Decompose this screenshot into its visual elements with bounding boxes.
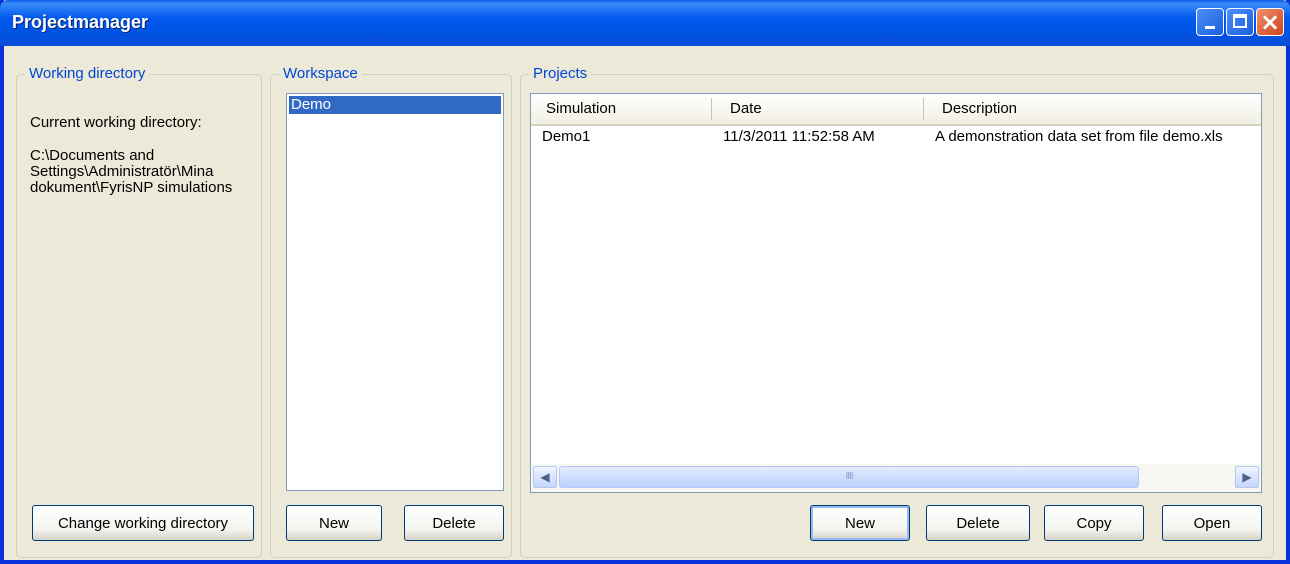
window-title: Projectmanager <box>12 12 149 32</box>
workspace-listbox[interactable]: Demo <box>286 93 504 491</box>
column-header-description[interactable]: Description <box>927 94 1261 124</box>
workspace-delete-button[interactable]: Delete <box>404 505 504 541</box>
minimize-icon <box>1205 26 1215 29</box>
workspace-legend: Workspace <box>279 65 362 83</box>
minimize-button[interactable] <box>1196 8 1224 36</box>
cell-description: A demonstration data set from file demo.… <box>935 128 1223 145</box>
projects-listview[interactable]: Simulation Date Description Demo1 11/3/2… <box>530 93 1262 493</box>
column-divider[interactable] <box>711 98 712 120</box>
project-open-button[interactable]: Open <box>1162 505 1262 541</box>
project-delete-button[interactable]: Delete <box>926 505 1030 541</box>
scrollbar-thumb[interactable]: IIII <box>559 466 1139 488</box>
title-bar[interactable]: Projectmanager × <box>0 0 1290 46</box>
project-new-button[interactable]: New <box>810 505 910 541</box>
projects-header: Simulation Date Description <box>531 94 1261 126</box>
current-directory-path: C:\Documents and Settings\Administratör\… <box>30 147 233 196</box>
workspace-new-button[interactable]: New <box>286 505 382 541</box>
column-divider[interactable] <box>923 98 924 120</box>
close-icon: × <box>1259 8 1281 36</box>
cell-date: 11/3/2011 11:52:58 AM <box>723 128 875 145</box>
scroll-right-icon[interactable]: ▶ <box>1235 466 1259 488</box>
column-header-date[interactable]: Date <box>715 94 927 124</box>
working-directory-legend: Working directory <box>25 65 150 83</box>
workspace-item-demo[interactable]: Demo <box>289 96 501 114</box>
maximize-icon <box>1233 14 1247 28</box>
scroll-left-icon[interactable]: ◀ <box>533 466 557 488</box>
projects-legend: Projects <box>529 65 592 83</box>
project-copy-button[interactable]: Copy <box>1044 505 1144 541</box>
column-header-simulation[interactable]: Simulation <box>531 94 715 124</box>
close-button[interactable]: × <box>1256 8 1284 36</box>
cell-simulation: Demo1 <box>542 128 591 145</box>
horizontal-scrollbar[interactable]: ◀ IIII ▶ <box>531 464 1261 492</box>
change-working-directory-button[interactable]: Change working directory <box>32 505 254 541</box>
maximize-button[interactable] <box>1226 8 1254 36</box>
project-manager-window: Projectmanager × Working directory Curre… <box>0 0 1290 564</box>
current-directory-label: Current working directory: <box>30 114 202 131</box>
